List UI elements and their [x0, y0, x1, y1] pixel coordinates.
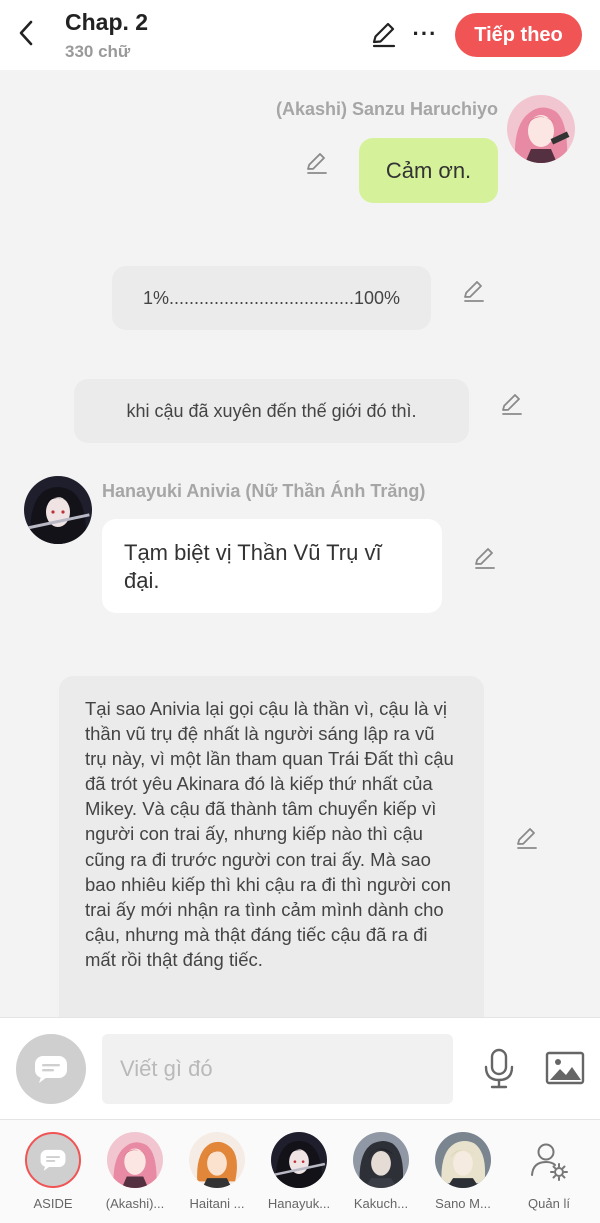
manage-characters-button[interactable]: Quản lí: [508, 1120, 590, 1223]
narration-text: khi cậu đã xuyên đến thế giới đó thì.: [126, 400, 417, 421]
more-options-button[interactable]: ···: [412, 20, 438, 48]
pencil-icon: [475, 548, 495, 569]
edit-message-button[interactable]: [514, 825, 540, 851]
back-button[interactable]: [10, 17, 42, 49]
narration-bubble[interactable]: Tại sao Anivia lại gọi cậu là thần vì, c…: [59, 676, 484, 1017]
avatar-black-hair: [271, 1132, 327, 1188]
character-label: ASIDE: [33, 1196, 73, 1211]
narration-text: 1%.....................................1…: [142, 287, 401, 308]
narration-bubble[interactable]: khi cậu đã xuyên đến thế giới đó thì.: [74, 379, 469, 443]
character-selector-bar: ASIDE (Akashi)... Haitani ... Hanayuk...…: [0, 1119, 600, 1223]
character-hanayuki[interactable]: Hanayuk...: [258, 1120, 340, 1223]
insert-image-button[interactable]: [545, 1050, 585, 1086]
character-label: (Akashi)...: [105, 1196, 165, 1211]
next-chapter-button[interactable]: Tiếp theo: [455, 13, 582, 57]
narration-bubble[interactable]: 1%.....................................1…: [112, 266, 431, 330]
avatar-sanzu[interactable]: [507, 95, 575, 163]
message-text: Tạm biệt vị Thần Vũ Trụ vĩ đại.: [124, 540, 382, 593]
voice-input-button[interactable]: [480, 1048, 518, 1090]
edit-message-button[interactable]: [304, 150, 330, 176]
pencil-icon: [502, 394, 522, 415]
edit-chapter-button[interactable]: [368, 19, 398, 49]
chat-bubble-icon: [35, 1056, 67, 1083]
message-input[interactable]: [102, 1034, 453, 1104]
pencil-icon: [307, 153, 327, 174]
character-haitani[interactable]: Haitani ...: [176, 1120, 258, 1223]
narration-text: Tại sao Anivia lại gọi cậu là thần vì, c…: [85, 698, 454, 970]
character-label: Haitani ...: [189, 1196, 245, 1211]
microphone-icon: [484, 1048, 514, 1089]
message-bubble-outgoing[interactable]: Cảm ơn.: [359, 138, 498, 203]
character-label: Quản lí: [528, 1196, 570, 1211]
avatar-orange-hair: [189, 1132, 245, 1188]
avatar-pink-hair: [107, 1132, 163, 1188]
message-text: Cảm ơn.: [385, 158, 472, 183]
avatar-image: [24, 476, 92, 544]
sender-name: Hanayuki Anivia (Nữ Thần Ánh Trăng): [102, 481, 426, 501]
word-count: 330 chữ: [65, 42, 131, 61]
message-bubble-incoming[interactable]: Tạm biệt vị Thần Vũ Trụ vĩ đại.: [102, 519, 442, 613]
chevron-left-icon: [19, 20, 33, 46]
avatar-light-hair: [435, 1132, 491, 1188]
edit-message-button[interactable]: [472, 545, 498, 571]
character-akashi[interactable]: (Akashi)...: [94, 1120, 176, 1223]
top-bar: Chap. 2 330 chữ ··· Tiếp theo: [0, 0, 600, 70]
avatar-hanayuki[interactable]: [24, 476, 92, 544]
avatar-grey-hair: [353, 1132, 409, 1188]
pencil-icon: [372, 22, 396, 48]
avatar-image: [507, 95, 575, 163]
pencil-icon: [517, 828, 537, 849]
character-label: Kakuch...: [353, 1196, 409, 1211]
chapter-title: Chap. 2: [65, 9, 149, 35]
image-icon: [545, 1051, 585, 1085]
user-settings-icon: [521, 1132, 577, 1188]
sender-name: (Akashi) Sanzu Haruchiyo: [275, 99, 498, 119]
edit-message-button[interactable]: [499, 391, 525, 417]
character-label: Hanayuk...: [267, 1196, 331, 1211]
message-composer: [0, 1017, 600, 1119]
aside-toggle-button[interactable]: [16, 1034, 86, 1104]
character-aside[interactable]: ASIDE: [12, 1120, 94, 1223]
edit-message-button[interactable]: [461, 278, 487, 304]
pencil-icon: [464, 281, 484, 302]
character-kakucho[interactable]: Kakuch...: [340, 1120, 422, 1223]
chat-bubble-icon: [25, 1132, 81, 1188]
character-label: Sano M...: [435, 1196, 491, 1211]
message-input-container: [102, 1034, 453, 1104]
character-sano[interactable]: Sano M...: [422, 1120, 504, 1223]
